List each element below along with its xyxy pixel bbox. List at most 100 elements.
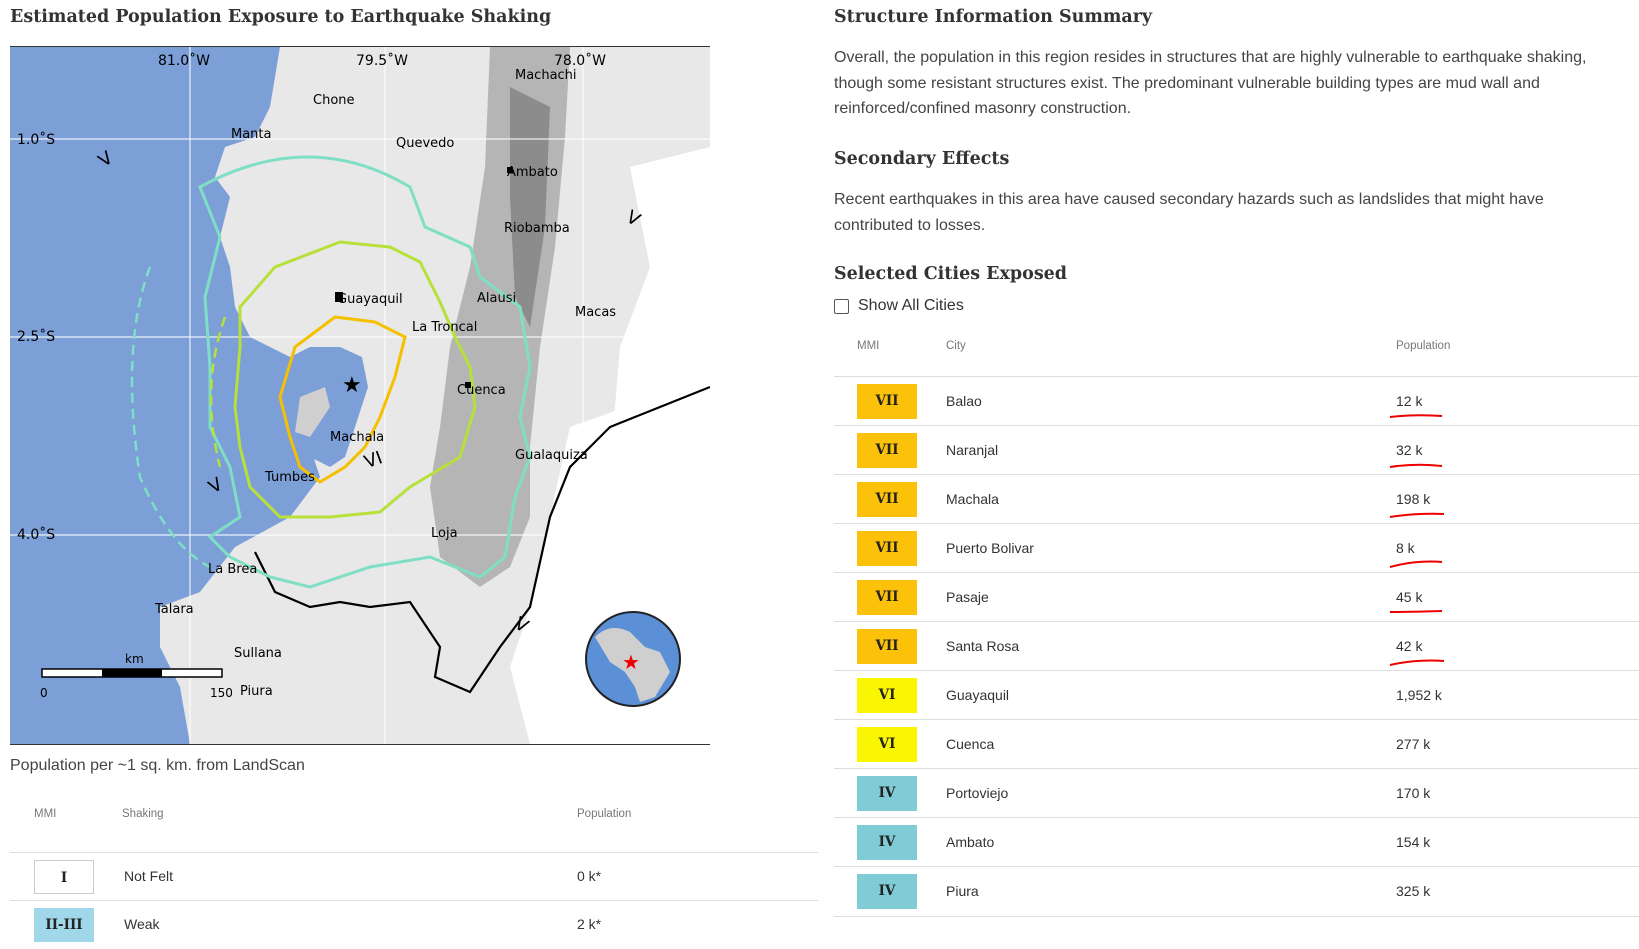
lat-label: 4.0˚S	[17, 526, 55, 543]
exposure-map: ★ ★ km 0 150 81.0˚W 79.5˚W 78.0˚W 1.0˚S …	[10, 46, 710, 745]
city-name: Machala	[946, 491, 999, 507]
city-population: 325 k	[1396, 883, 1431, 899]
city-name: Piura	[946, 883, 979, 899]
place-label: Talara	[154, 602, 194, 617]
place-label: Cuenca	[457, 383, 506, 398]
place-label: Quevedo	[396, 136, 454, 151]
lon-label: 78.0˚W	[554, 52, 606, 69]
place-label: Piura	[240, 684, 273, 699]
mmi-badge: IV	[857, 874, 917, 909]
city-population: 277 k	[1396, 736, 1431, 752]
table-row: VI Cuenca 277 k	[834, 719, 1639, 769]
mmi-badge: VII	[857, 482, 917, 517]
table-row: IV Ambato 154 k	[834, 817, 1639, 867]
city-name: Pasaje	[946, 589, 989, 605]
place-label: Riobamba	[504, 221, 570, 236]
text-line: contributed to losses.	[834, 216, 986, 234]
col-header-population: Population	[577, 808, 632, 820]
col-header-shaking: Shaking	[122, 808, 164, 820]
table-row: IV Piura 325 k	[834, 866, 1639, 917]
city-population: 170 k	[1396, 785, 1431, 801]
city-name: Portoviejo	[946, 785, 1009, 801]
place-label: Sullana	[234, 646, 282, 661]
table-row: VII Puerto Bolivar 8 k	[834, 523, 1639, 573]
col-header-city: City	[946, 340, 966, 352]
red-underline-annotation	[1389, 414, 1443, 418]
show-all-checkbox[interactable]	[834, 298, 849, 314]
mmi-badge: VII	[857, 384, 917, 419]
table-row: I Not Felt 0 k*	[10, 852, 818, 901]
show-all-cities-toggle[interactable]: Show All Cities	[834, 297, 964, 315]
table-row: VII Naranjal 32 k	[834, 425, 1639, 475]
city-name: Cuenca	[946, 736, 995, 752]
cities-title: Selected Cities Exposed	[834, 264, 1068, 284]
population-value: 2 k*	[577, 916, 602, 932]
place-label: Loja	[431, 526, 458, 541]
map-caption: Population per ~1 sq. km. from LandScan	[10, 757, 305, 774]
table-row: VII Machala 198 k	[834, 474, 1639, 524]
city-name: Puerto Bolivar	[946, 540, 1034, 556]
shaking-level: Not Felt	[124, 868, 174, 884]
scale-start: 0	[40, 686, 48, 700]
mmi-badge: VI	[857, 678, 917, 713]
city-name: Santa Rosa	[946, 638, 1020, 654]
show-all-label: Show All Cities	[858, 297, 964, 314]
exposure-map-graphic: ★ ★ km 0 150 81.0˚W 79.5˚W 78.0˚W 1.0˚S …	[10, 47, 710, 744]
scale-end: 150	[210, 686, 233, 700]
mmi-badge: IV	[857, 825, 917, 860]
city-population: 42 k	[1396, 638, 1423, 654]
population-value: 0 k*	[577, 868, 602, 884]
red-underline-annotation	[1389, 610, 1443, 613]
place-label: La Brea	[208, 562, 257, 577]
table-row: VI Guayaquil 1,952 k	[834, 670, 1639, 720]
text-line: reinforced/confined masonry construction…	[834, 100, 1132, 117]
city-population: 8 k	[1396, 540, 1415, 556]
mmi-badge: VI	[857, 727, 917, 762]
secondary-effects-text: Recent earthquakes in this area have cau…	[834, 187, 1639, 238]
structure-text: Overall, the population in this region r…	[834, 45, 1639, 122]
text-line: Overall, the population in this region r…	[834, 49, 1587, 66]
city-population: 198 k	[1396, 491, 1431, 507]
place-label: Ambato	[507, 165, 558, 180]
lon-label: 81.0˚W	[158, 52, 210, 69]
city-name: Naranjal	[946, 442, 999, 458]
shaking-level: Weak	[124, 916, 160, 932]
place-label: Tumbes	[264, 470, 315, 485]
place-label: Alausi	[477, 291, 516, 306]
city-name: Guayaquil	[946, 687, 1010, 703]
lat-label: 1.0˚S	[17, 131, 55, 148]
place-label: Gualaquiza	[515, 448, 588, 463]
city-population: 12 k	[1396, 393, 1423, 409]
secondary-effects-title: Secondary Effects	[834, 149, 1010, 169]
city-name: Ambato	[946, 834, 995, 850]
place-label: Manta	[231, 127, 272, 142]
red-underline-annotation	[1389, 463, 1443, 468]
col-header-mmi: MMI	[34, 808, 57, 820]
text-line: Recent earthquakes in this area have cau…	[834, 191, 1544, 208]
table-row: II-III Weak 2 k*	[10, 900, 818, 949]
place-label: Machachi	[515, 68, 577, 83]
lon-label: 79.5˚W	[356, 52, 408, 69]
svg-text:★: ★	[622, 650, 640, 674]
mmi-badge: IV	[857, 776, 917, 811]
mmi-badge: VII	[857, 580, 917, 615]
city-population: 45 k	[1396, 589, 1423, 605]
place-label: Guayaquil	[337, 292, 403, 307]
col-header-mmi: MMI	[857, 340, 880, 352]
map-title: Estimated Population Exposure to Earthqu…	[10, 7, 552, 27]
table-row: VII Santa Rosa 42 k	[834, 621, 1639, 671]
epicenter-star-icon: ★	[342, 373, 362, 398]
col-header-population: Population	[1396, 340, 1451, 352]
red-underline-annotation	[1389, 512, 1445, 518]
place-label: La Troncal	[412, 320, 477, 335]
red-underline-annotation	[1389, 659, 1445, 666]
city-population: 32 k	[1396, 442, 1423, 458]
structure-title: Structure Information Summary	[834, 7, 1153, 27]
table-row: VII Pasaje 45 k	[834, 572, 1639, 622]
mmi-badge: II-III	[34, 908, 94, 942]
place-label: Macas	[575, 305, 616, 320]
scale-unit: km	[125, 652, 144, 666]
mmi-badge: VII	[857, 531, 917, 566]
city-name: Balao	[946, 393, 982, 409]
table-row: VII Balao 12 k	[834, 376, 1639, 426]
